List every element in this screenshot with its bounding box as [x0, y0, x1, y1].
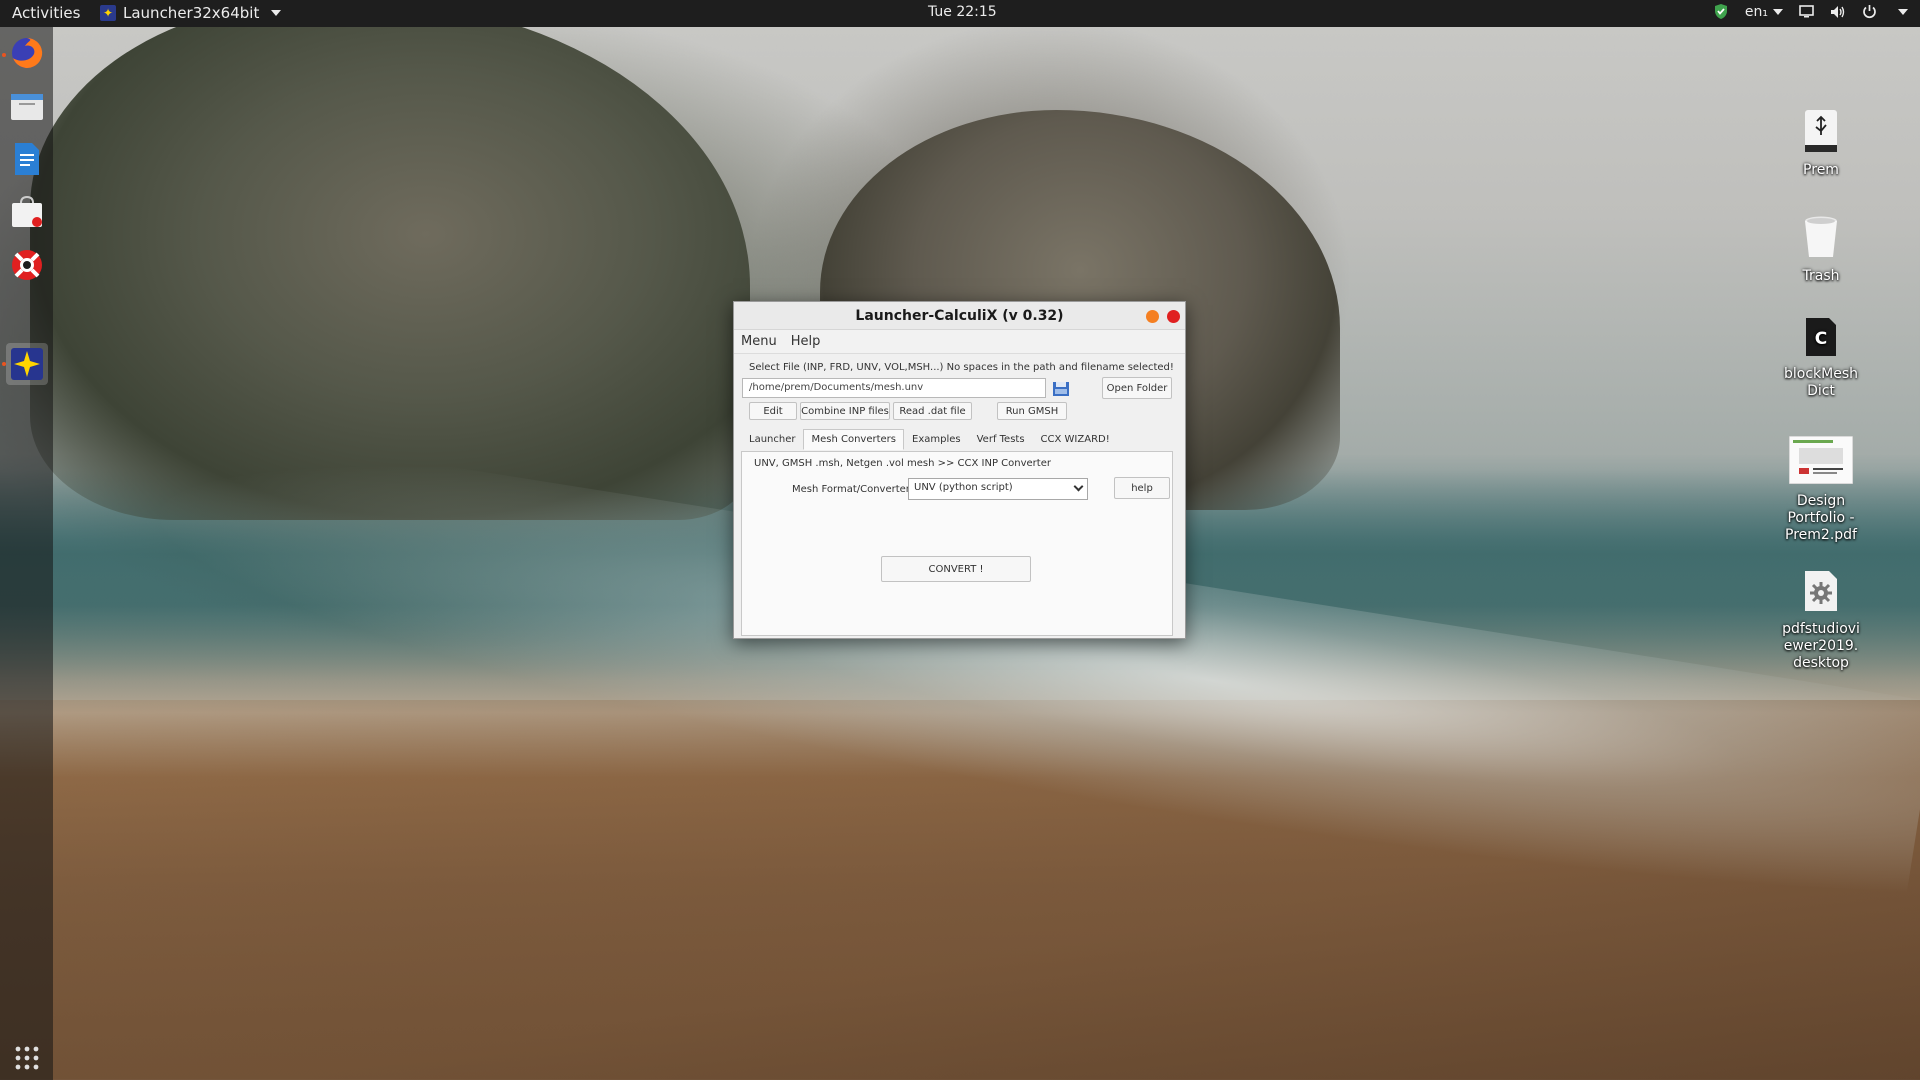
- desktop-icon-blockmeshdict[interactable]: C blockMesh Dict: [1776, 317, 1866, 400]
- app-menu-label: Launcher32x64bit: [123, 4, 260, 22]
- open-folder-button[interactable]: Open Folder: [1102, 377, 1172, 399]
- chevron-down-icon: [1773, 8, 1783, 15]
- clock[interactable]: Tue 22:15: [928, 4, 997, 20]
- desktop-icon-prem[interactable]: Prem: [1776, 109, 1866, 179]
- convert-button[interactable]: CONVERT !: [881, 556, 1031, 582]
- dock-files[interactable]: [8, 87, 46, 125]
- dock-software[interactable]: [8, 193, 46, 231]
- writer-icon: [15, 143, 39, 175]
- window-titlebar[interactable]: Launcher-CalculiX (v 0.32): [734, 302, 1185, 330]
- shield-icon[interactable]: [1713, 3, 1729, 20]
- chevron-down-icon: [1073, 481, 1084, 492]
- system-tray[interactable]: en₁: [1713, 3, 1908, 20]
- top-bar: Activities ✦ Launcher32x64bit Tue 22:15 …: [0, 0, 1920, 27]
- file-hint: Select File (INP, FRD, UNV, VOL,MSH...) …: [749, 362, 1174, 373]
- desktop-icon-pdfstudio[interactable]: pdfstudiovi ewer2019. desktop: [1776, 570, 1866, 672]
- dock-help[interactable]: [8, 246, 46, 284]
- language-label: en₁: [1744, 3, 1768, 20]
- show-apps-button[interactable]: [8, 1039, 46, 1077]
- browse-file-button[interactable]: [1052, 380, 1070, 398]
- desktop-icon-label: pdfstudiovi ewer2019. desktop: [1782, 621, 1860, 671]
- mesh-format-label: Mesh Format/Converter: [792, 484, 910, 495]
- wallpaper-cliff-left: [30, 0, 750, 520]
- c-file-icon: C: [1776, 317, 1866, 362]
- desktop-icon-label: Trash: [1802, 268, 1840, 284]
- chevron-down-icon[interactable]: [1898, 8, 1908, 15]
- help-button[interactable]: help: [1114, 477, 1170, 499]
- tab-ccx-wizard[interactable]: CCX WIZARD!: [1033, 429, 1118, 450]
- desktop-icon-trash[interactable]: Trash: [1776, 215, 1866, 285]
- usb-drive-icon: [1776, 109, 1866, 158]
- software-icon: [12, 196, 42, 227]
- combine-inp-button[interactable]: Combine INP files: [800, 402, 890, 420]
- tab-launcher[interactable]: Launcher: [741, 429, 803, 450]
- menu-item-help[interactable]: Help: [791, 334, 821, 349]
- firefox-icon: [12, 37, 43, 68]
- dock-firefox[interactable]: [8, 34, 46, 72]
- running-indicator: [2, 53, 6, 57]
- files-icon: [11, 94, 43, 120]
- display-icon[interactable]: [1799, 5, 1814, 18]
- dock-launcher[interactable]: [6, 343, 48, 385]
- minimize-button[interactable]: [1146, 310, 1159, 323]
- file-path-field[interactable]: /home/prem/Documents/mesh.unv: [742, 378, 1046, 398]
- menu-bar: Menu Help: [734, 330, 1185, 354]
- launcher-window: Launcher-CalculiX (v 0.32) Menu Help Sel…: [733, 301, 1186, 639]
- launcher-app-icon: ✦: [100, 5, 116, 21]
- dock-writer[interactable]: [8, 140, 46, 178]
- close-button[interactable]: [1167, 310, 1180, 323]
- svg-text:C: C: [1815, 329, 1827, 349]
- dock: [0, 27, 53, 1080]
- read-dat-button[interactable]: Read .dat file: [893, 402, 972, 420]
- desktop-icon-design-portfolio[interactable]: Design Portfolio - Prem2.pdf: [1776, 435, 1866, 544]
- mesh-format-value: UNV (python script): [914, 482, 1013, 493]
- help-icon: [12, 250, 42, 280]
- launcher-icon: [11, 348, 43, 380]
- run-gmsh-button[interactable]: Run GMSH: [997, 402, 1067, 420]
- volume-icon[interactable]: [1830, 5, 1846, 19]
- desktop-icon-label: Design Portfolio - Prem2.pdf: [1785, 493, 1857, 543]
- gear-file-icon: [1776, 570, 1866, 617]
- window-title: Launcher-CalculiX (v 0.32): [855, 307, 1064, 324]
- menu-item-menu[interactable]: Menu: [741, 334, 777, 349]
- edit-button[interactable]: Edit: [749, 402, 797, 420]
- language-indicator[interactable]: en₁: [1745, 4, 1783, 20]
- tab-mesh-converters[interactable]: Mesh Converters: [803, 429, 905, 450]
- tab-verf-tests[interactable]: Verf Tests: [969, 429, 1033, 450]
- chevron-down-icon: [271, 10, 282, 16]
- wallpaper-beach: [0, 700, 1920, 1080]
- converter-heading: UNV, GMSH .msh, Netgen .vol mesh >> CCX …: [754, 458, 1051, 469]
- activities-button[interactable]: Activities: [12, 4, 80, 22]
- trash-icon: [1776, 215, 1866, 264]
- show-apps-icon: [15, 1046, 39, 1070]
- folder-icon: [1053, 382, 1069, 396]
- pdf-thumbnail-icon: [1776, 435, 1866, 489]
- running-indicator: [2, 362, 6, 366]
- app-menu[interactable]: ✦ Launcher32x64bit: [100, 4, 282, 22]
- mesh-converters-panel: UNV, GMSH .msh, Netgen .vol mesh >> CCX …: [741, 451, 1173, 636]
- window-body: Select File (INP, FRD, UNV, VOL,MSH...) …: [734, 355, 1185, 638]
- desktop-icon-label: Prem: [1803, 162, 1839, 178]
- tab-examples[interactable]: Examples: [904, 429, 969, 450]
- tab-bar: Launcher Mesh Converters Examples Verf T…: [741, 429, 1118, 450]
- power-icon[interactable]: [1862, 4, 1877, 19]
- mesh-format-select[interactable]: UNV (python script): [908, 478, 1088, 500]
- desktop-icon-label: blockMesh Dict: [1783, 366, 1858, 399]
